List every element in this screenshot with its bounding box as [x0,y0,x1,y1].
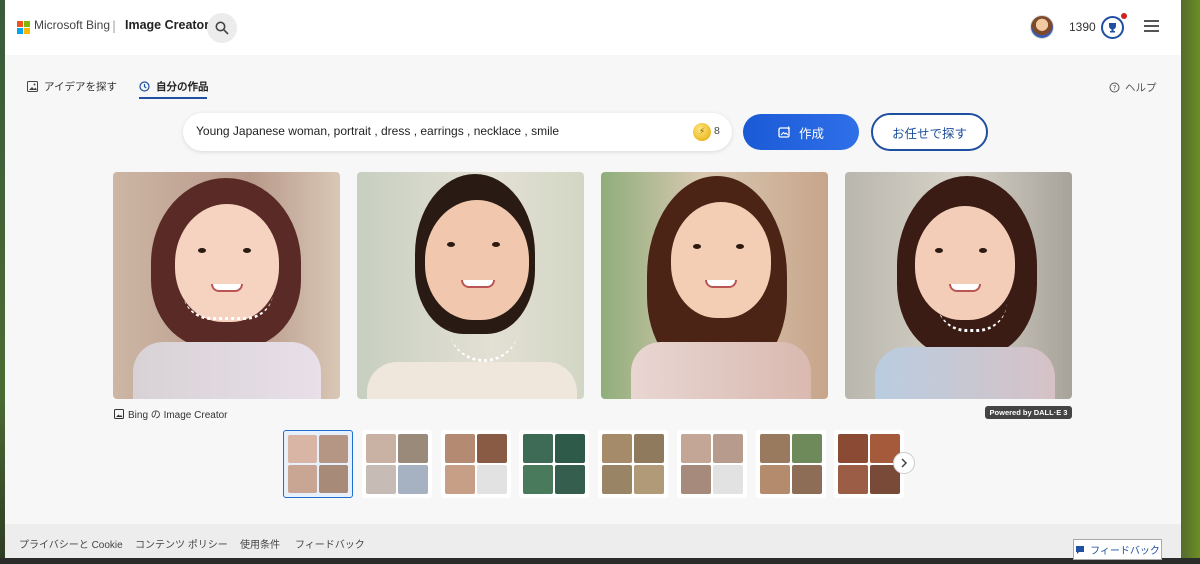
header-separator: | [112,19,117,33]
boost-count: 8 [714,125,720,137]
surprise-me-button[interactable]: お任せで探す [871,113,988,151]
surprise-label: お任せで探す [891,126,967,141]
tab-label: アイデアを探す [44,81,117,93]
create-label: 作成 [798,126,824,141]
search-icon [215,21,229,35]
thumbnail-set-4[interactable] [519,430,589,498]
thumbnail-set-6[interactable] [677,430,747,498]
generated-image-1[interactable] [113,172,340,399]
boost-coin-icon: ⚡ [693,123,711,141]
product-title[interactable]: Image Creator [125,18,209,32]
help-link[interactable]: ? ヘルプ [1109,80,1157,95]
avatar[interactable] [1030,15,1054,39]
history-icon [139,81,150,92]
generated-image-2[interactable] [357,172,584,399]
credit-label: Bing の Image Creator [128,410,228,421]
thumbnail-set-5[interactable] [598,430,668,498]
dalle-badge: Powered by DALL·E 3 [985,406,1072,419]
footer: プライバシーと Cookie コンテンツ ポリシー 使用条件 フィードバック [5,524,1181,560]
thumbnail-set-3[interactable] [441,430,511,498]
header: Microsoft Bing | Image Creator 1390 [5,0,1181,55]
rewards-points[interactable]: 1390 [1069,20,1096,34]
prompt-input[interactable]: Young Japanese woman, portrait , dress ,… [183,113,732,151]
image-icon [27,81,38,92]
footer-link-content-policy[interactable]: コンテンツ ポリシー [135,536,228,551]
tab-label: 自分の作品 [156,81,209,93]
tab-my-creations[interactable]: 自分の作品 [139,79,209,94]
chat-icon [1076,545,1085,554]
help-icon: ? [1109,82,1120,93]
notification-dot [1121,13,1127,19]
hamburger-menu-icon[interactable] [1144,20,1159,33]
thumbnail-set-1[interactable] [283,430,353,498]
generated-image-3[interactable] [601,172,828,399]
svg-text:?: ? [1113,84,1117,92]
thumbnail-set-7[interactable] [756,430,826,498]
browser-window: Microsoft Bing | Image Creator 1390 アイデア… [5,0,1181,560]
chevron-right-icon [901,458,908,468]
bing-image-icon [114,408,124,419]
search-button[interactable] [207,13,237,43]
microsoft-logo-icon[interactable] [17,21,30,34]
background-scrollbar-area [1181,0,1200,560]
feedback-label: フィードバック [1090,546,1160,557]
footer-link-feedback[interactable]: フィードバック [295,536,365,551]
tab-explore-ideas[interactable]: アイデアを探す [27,79,117,94]
brand-name[interactable]: Microsoft Bing [34,18,110,32]
footer-link-privacy[interactable]: プライバシーと Cookie [19,536,123,551]
footer-link-terms[interactable]: 使用条件 [240,536,280,551]
rewards-trophy-icon[interactable] [1101,16,1124,39]
thumbnail-set-2[interactable] [362,430,432,498]
active-tab-indicator [139,97,207,99]
feedback-button[interactable]: フィードバック [1073,539,1162,560]
help-label: ヘルプ [1125,82,1157,94]
create-button[interactable]: 作成 [743,114,859,150]
image-create-icon [778,126,790,138]
thumbnails-next-button[interactable] [893,452,915,474]
background-strip [0,558,1200,564]
generated-image-4[interactable] [845,172,1072,399]
prompt-text[interactable]: Young Japanese woman, portrait , dress ,… [196,124,559,138]
image-creator-credit: Bing の Image Creator [114,406,228,421]
